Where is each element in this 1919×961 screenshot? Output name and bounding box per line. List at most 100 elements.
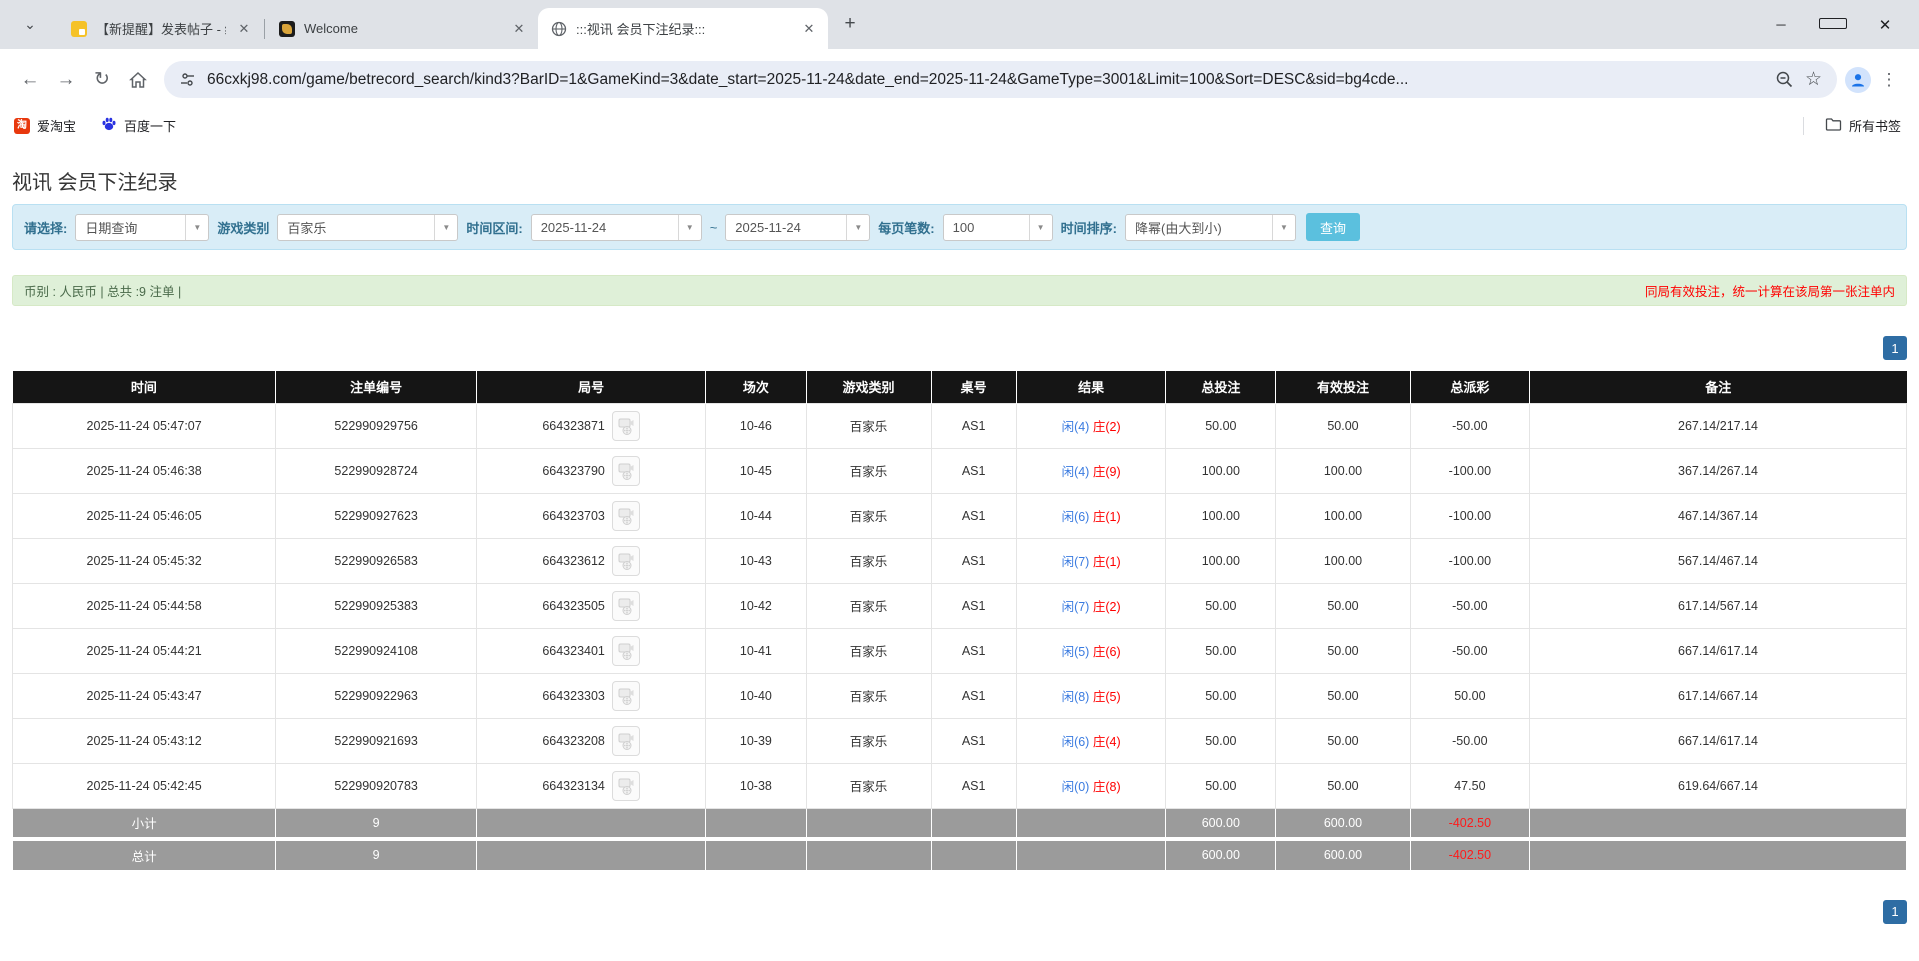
cell-session: 10-42 [706,583,806,628]
video-replay-button[interactable] [612,546,640,576]
query-type-select[interactable]: 日期查询 ▼ [75,214,209,241]
cell-session: 10-44 [706,493,806,538]
page-1-button[interactable]: 1 [1883,336,1907,360]
bookmark-star-icon[interactable]: ☆ [1805,68,1822,91]
browser-tab-2[interactable]: Welcome ✕ [266,8,538,49]
cell-round: 664323703 [477,493,706,538]
all-bookmarks-label: 所有书签 [1849,116,1901,135]
bookmark-taobao[interactable]: 淘 爱淘宝 [14,116,76,135]
browser-tab-active[interactable]: :::视讯 会员下注纪录::: ✕ [538,8,828,49]
address-bar[interactable]: 66cxkj98.com/game/betrecord_search/kind3… [164,61,1837,98]
profile-avatar[interactable] [1845,67,1871,93]
cell-valid-bet: 50.00 [1276,583,1410,628]
zoom-out-icon[interactable] [1775,70,1794,89]
chevron-down-icon: ▼ [185,215,208,240]
cell-game-type: 百家乐 [806,763,931,808]
tab-close-icon[interactable]: ✕ [800,20,818,38]
tab1-favicon [71,21,87,37]
subtotal-count: 9 [276,808,477,837]
cell-result: 闲(0) 庄(8) [1016,763,1166,808]
game-type-select[interactable]: 百家乐 ▼ [277,214,458,241]
site-settings-icon[interactable] [179,71,196,88]
browser-tab-1[interactable]: 【新提醒】发表帖子 - 综合交流 ✕ [58,8,263,49]
video-replay-button[interactable] [612,411,640,441]
cell-table-no: AS1 [931,673,1016,718]
chevron-down-icon: ▼ [678,215,701,240]
cell-table-no: AS1 [931,403,1016,448]
sort-value: 降幂(由大到小) [1126,218,1272,237]
subtotal-row: 小计 9 600.00 600.00 -402.50 [13,808,1907,837]
select-label: 请选择: [24,218,67,237]
result-banker: 庄(5) [1093,690,1121,704]
forward-icon[interactable]: → [48,62,84,98]
maximize-button[interactable] [1819,17,1847,32]
cell-valid-bet: 50.00 [1276,628,1410,673]
new-tab-button[interactable]: + [836,11,864,39]
round-number: 664323790 [542,464,605,478]
video-replay-button[interactable] [612,726,640,756]
date-end-select[interactable]: 2025-11-24 ▼ [725,214,870,241]
page-size-select[interactable]: 100 ▼ [943,214,1053,241]
cell-bet-id: 522990924108 [276,628,477,673]
tab2-favicon [279,21,295,37]
all-bookmarks-button[interactable]: 所有书签 [1825,116,1901,135]
search-button[interactable]: 查询 [1306,213,1360,241]
cell-result: 闲(4) 庄(9) [1016,448,1166,493]
url-text[interactable]: 66cxkj98.com/game/betrecord_search/kind3… [207,71,1764,89]
tab-title: 【新提醒】发表帖子 - 综合交流 [96,19,226,38]
total-valid-bet: 600.00 [1276,841,1410,870]
back-icon[interactable]: ← [12,62,48,98]
minimize-button[interactable]: ─ [1767,17,1795,32]
close-window-button[interactable]: ✕ [1871,16,1899,34]
table-row: 2025-11-24 05:42:45522990920783664323134… [13,763,1907,808]
browser-toolbar: ← → ↻ 66cxkj98.com/game/betrecord_search… [0,49,1919,110]
result-player: 闲(5) [1062,645,1090,659]
bookmark-baidu[interactable]: 百度一下 [101,116,176,135]
cell-table-no: AS1 [931,448,1016,493]
globe-icon [551,21,567,37]
column-header: 总投注 [1166,371,1276,403]
summary-note: 同局有效投注，统一计算在该局第一张注单内 [1645,281,1895,300]
cell-session: 10-43 [706,538,806,583]
page-size-label: 每页笔数: [878,218,934,237]
round-number: 664323401 [542,644,605,658]
tab-close-icon[interactable]: ✕ [235,20,253,38]
cell-valid-bet: 50.00 [1276,403,1410,448]
page-1-button[interactable]: 1 [1883,900,1907,924]
total-row: 总计 9 600.00 600.00 -402.50 [13,841,1907,870]
table-row: 2025-11-24 05:45:32522990926583664323612… [13,538,1907,583]
chevron-down-icon: ▼ [1272,215,1295,240]
result-banker: 庄(9) [1093,465,1121,479]
sort-select[interactable]: 降幂(由大到小) ▼ [1125,214,1296,241]
date-start-select[interactable]: 2025-11-24 ▼ [531,214,702,241]
cell-game-type: 百家乐 [806,493,931,538]
table-header-row: 时间注单编号局号场次游戏类别桌号结果总投注有效投注总派彩备注 [13,371,1907,403]
cell-total-bet: 50.00 [1166,403,1276,448]
chevron-down-icon: ▼ [846,215,869,240]
cell-session: 10-38 [706,763,806,808]
cell-time: 2025-11-24 05:44:58 [13,583,276,628]
bookmark-label: 百度一下 [124,116,176,135]
result-banker: 庄(2) [1093,600,1121,614]
home-icon[interactable] [120,62,156,98]
cell-round: 664323790 [477,448,706,493]
reload-icon[interactable]: ↻ [84,62,120,98]
tab-search-chevron-icon[interactable]: ⌄ [16,16,44,33]
result-banker: 庄(8) [1093,780,1121,794]
cell-time: 2025-11-24 05:45:32 [13,538,276,583]
cell-bet-id: 522990920783 [276,763,477,808]
video-replay-button[interactable] [612,771,640,801]
video-replay-button[interactable] [612,591,640,621]
bet-record-table: 时间注单编号局号场次游戏类别桌号结果总投注有效投注总派彩备注 2025-11-2… [12,371,1907,871]
video-replay-button[interactable] [612,456,640,486]
menu-dots-icon[interactable]: ⋮ [1871,62,1907,98]
video-replay-button[interactable] [612,681,640,711]
video-replay-button[interactable] [612,501,640,531]
tab-close-icon[interactable]: ✕ [510,20,528,38]
round-number: 664323208 [542,734,605,748]
cell-time: 2025-11-24 05:44:21 [13,628,276,673]
cell-result: 闲(7) 庄(2) [1016,583,1166,628]
cell-round: 664323401 [477,628,706,673]
total-count: 9 [276,841,477,870]
video-replay-button[interactable] [612,636,640,666]
